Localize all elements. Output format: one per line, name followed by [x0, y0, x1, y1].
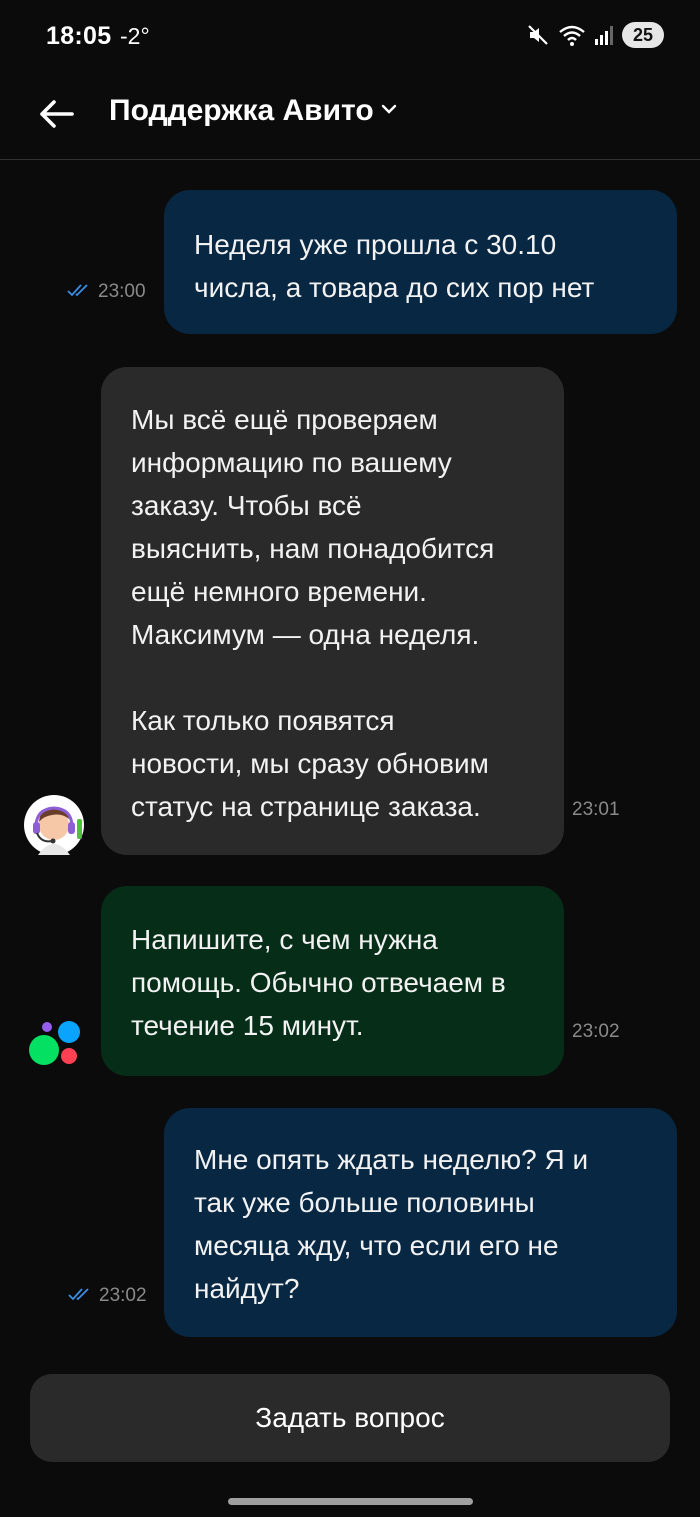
- home-indicator[interactable]: [228, 1498, 473, 1505]
- read-ticks-icon: [66, 282, 94, 303]
- chat-screen: 18:05 -2° 25 Поддержка Авито Неделя уже …: [0, 0, 700, 1517]
- read-ticks-icon: [67, 1286, 95, 1307]
- status-bar: 18:05 -2° 25: [0, 0, 700, 72]
- message-time: 23:00: [98, 281, 146, 302]
- message-time: 23:02: [572, 1021, 620, 1042]
- status-icons: 25: [526, 18, 664, 52]
- message-bot[interactable]: Напишите, с чем нужна помощь. Обычно отв…: [101, 886, 564, 1076]
- battery-icon: 25: [622, 22, 664, 48]
- chat-title[interactable]: Поддержка Авито: [109, 94, 398, 128]
- message-outgoing[interactable]: Мне опять ждать неделю? Я и так уже боль…: [164, 1108, 677, 1337]
- arrow-left-icon: [38, 99, 74, 134]
- chat-header: Поддержка Авито: [0, 72, 700, 160]
- ask-question-button[interactable]: Задать вопрос: [30, 1374, 670, 1462]
- mute-icon: [526, 23, 550, 47]
- avito-logo-icon: [24, 1015, 84, 1075]
- status-temperature: -2°: [120, 23, 150, 49]
- status-time: 18:05: [46, 22, 112, 50]
- chevron-down-icon: [380, 102, 398, 121]
- message-outgoing[interactable]: Неделя уже прошла с 30.10 числа, а товар…: [164, 190, 677, 334]
- message-incoming[interactable]: Мы всё ещё проверяем информацию по вашем…: [101, 367, 564, 855]
- message-time: 23:02: [99, 1285, 147, 1306]
- support-agent-avatar[interactable]: [24, 795, 84, 855]
- back-button[interactable]: [32, 92, 80, 140]
- message-time: 23:01: [572, 799, 620, 820]
- wifi-icon: [558, 23, 586, 47]
- chat-title-text: Поддержка Авито: [109, 94, 374, 127]
- signal-icon: [594, 24, 614, 46]
